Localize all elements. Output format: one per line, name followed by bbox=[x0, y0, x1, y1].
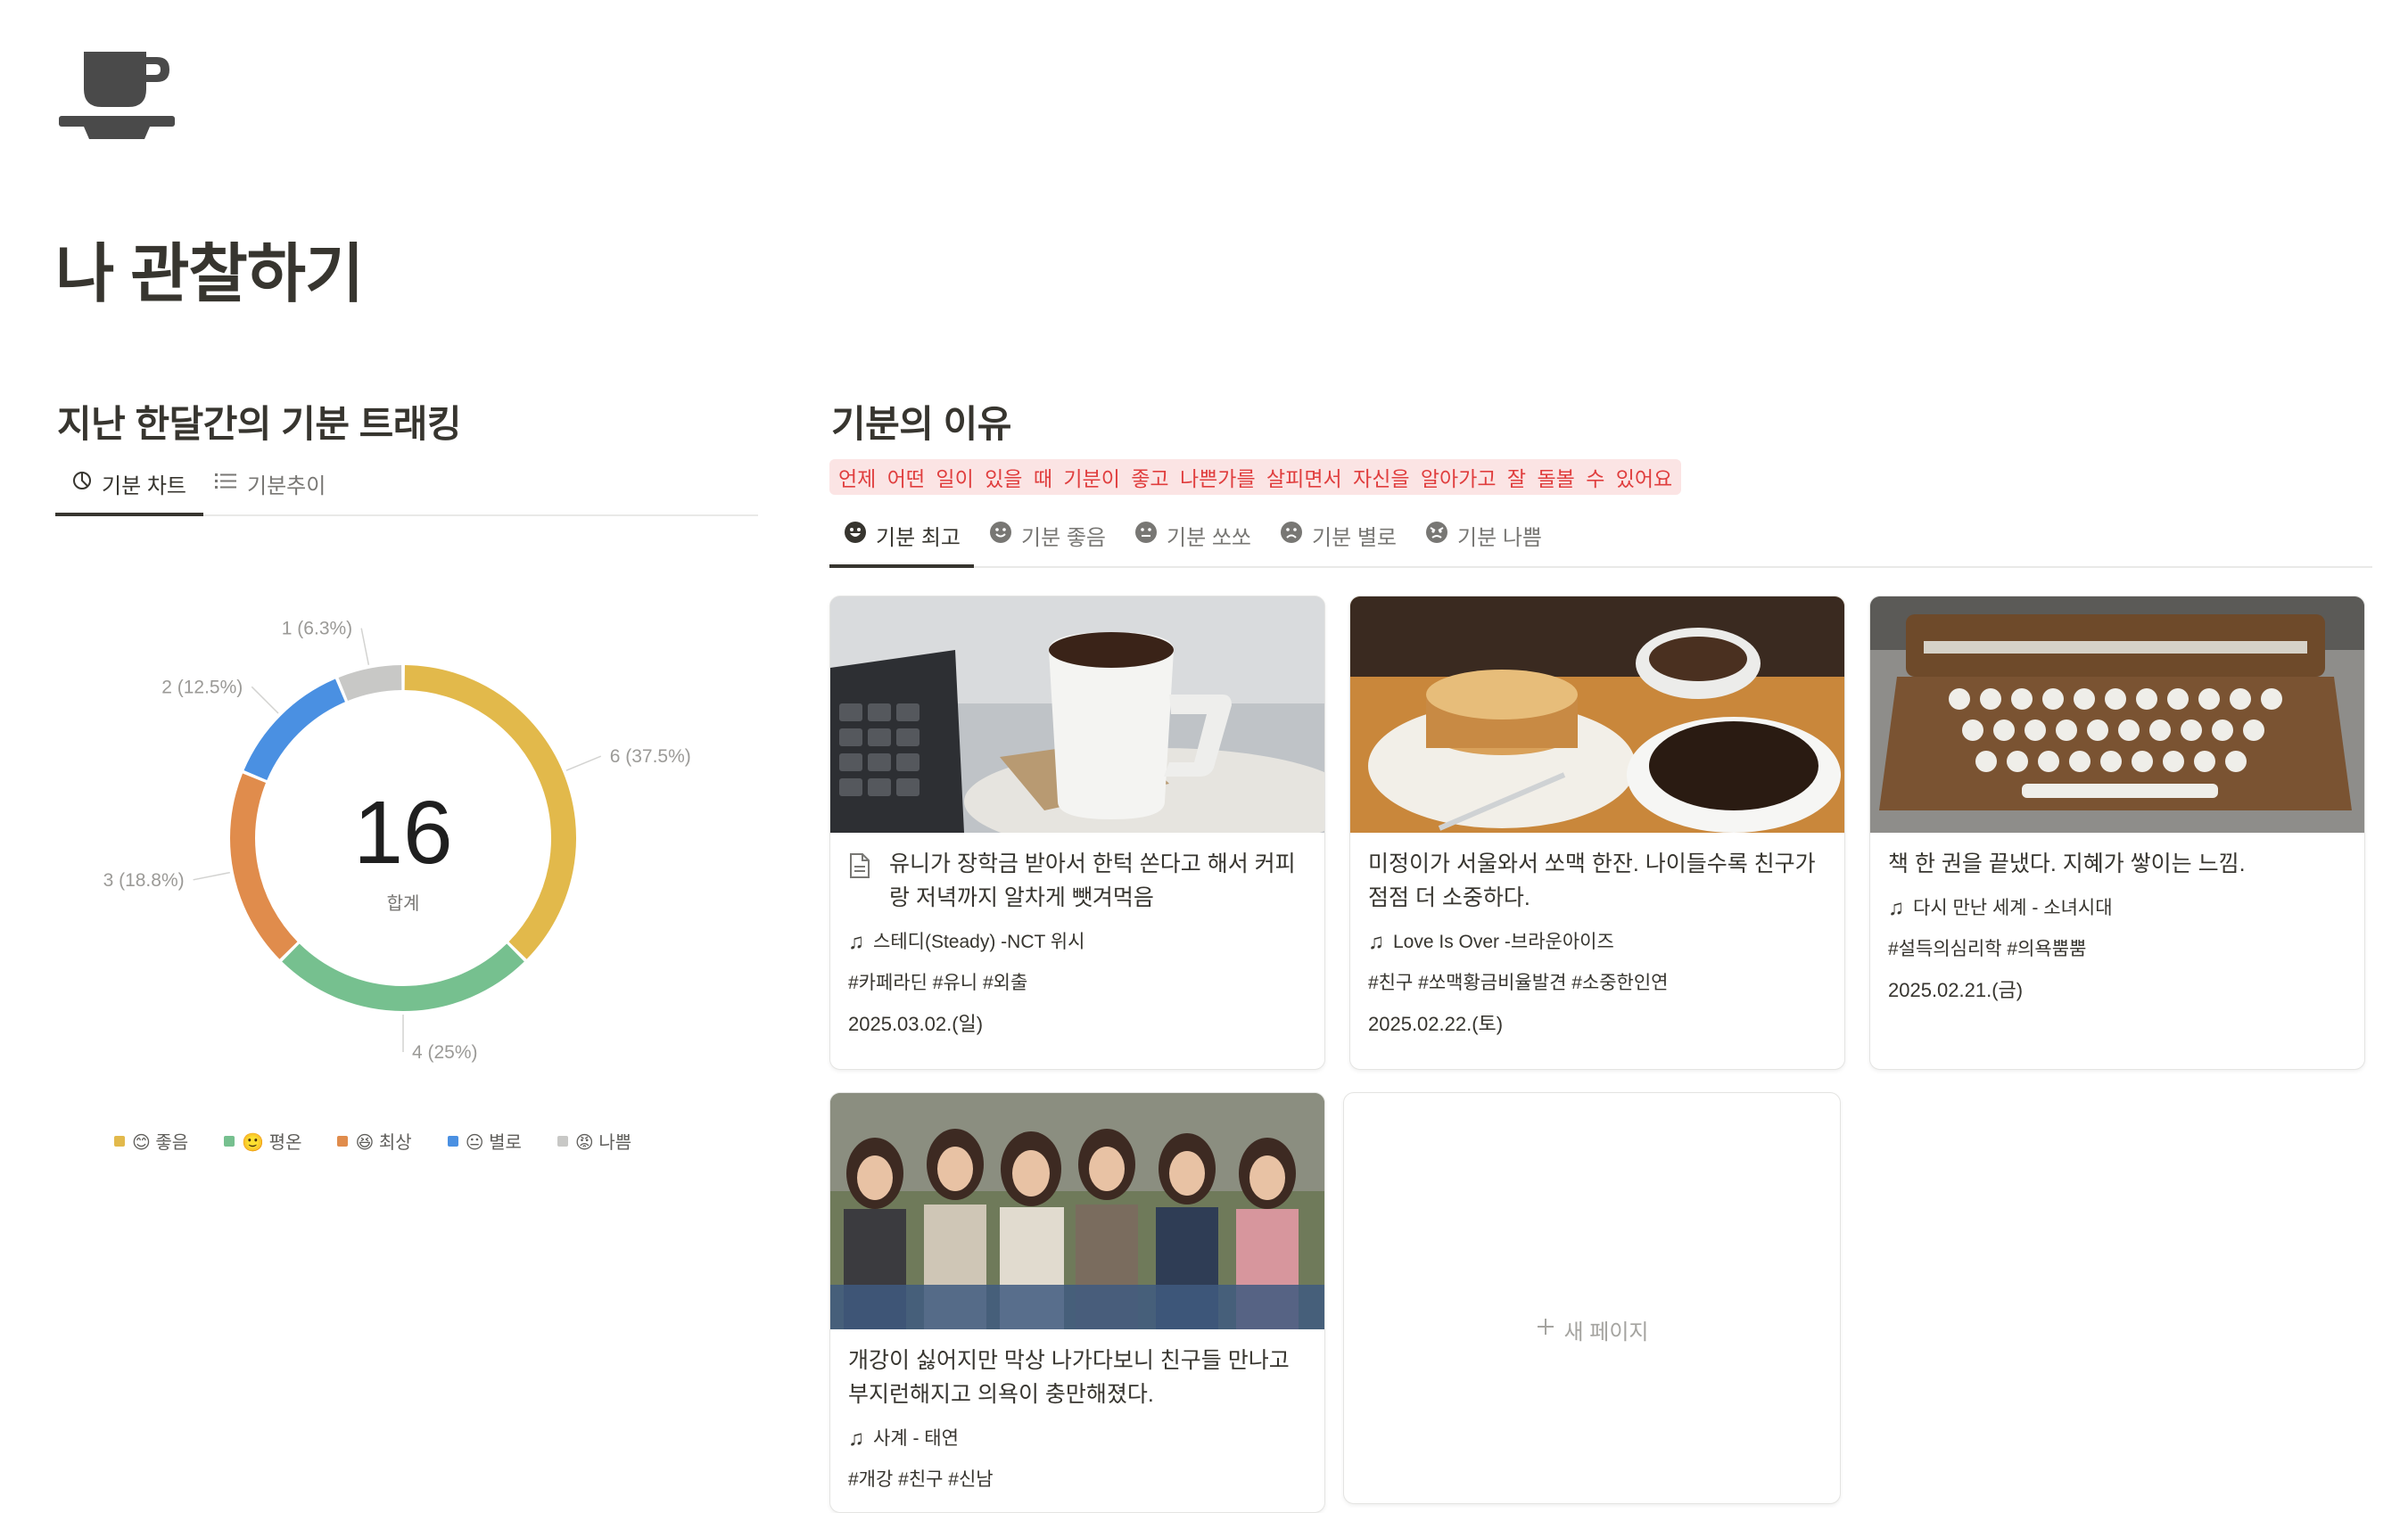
grinning-face-icon bbox=[844, 521, 867, 550]
mood-card[interactable]: 책 한 권을 끝냈다. 지혜가 쌓이는 느낌. ♫ 다시 만난 세계 - 소녀시대… bbox=[1869, 596, 2365, 1070]
new-page-card[interactable]: 새 페이지 bbox=[1343, 1092, 1841, 1504]
donut-slice[interactable] bbox=[338, 665, 402, 702]
card-music: ♫ 사계 - 태연 bbox=[848, 1427, 959, 1451]
card-tags: #친구 #쏘맥황금비율발견 #소중한인연 bbox=[1368, 973, 1669, 993]
card-tags: #카페라딘 #유니 #외출 bbox=[848, 973, 1028, 993]
donut-center-value: 16 bbox=[353, 783, 452, 883]
pie-chart-icon bbox=[71, 470, 93, 497]
tab-label: 기분 차트 bbox=[102, 473, 186, 498]
tab-divider bbox=[829, 566, 2372, 568]
tab-mood-best[interactable]: 기분 최고 bbox=[829, 508, 975, 562]
card-title: 미정이가 서울와서 쏘맥 한잔. 나이들수록 친구가 점점 더 소중하다. bbox=[1368, 851, 1816, 910]
tab-label: 기분추이 bbox=[247, 473, 326, 498]
music-note-icon: ♫ bbox=[1368, 930, 1384, 954]
card-music: ♫ 스테디(Steady) -NCT 위시 bbox=[848, 930, 1085, 954]
slice-leader-line bbox=[251, 686, 279, 714]
music-note-icon: ♫ bbox=[1888, 896, 1904, 920]
smiling-face-icon bbox=[989, 521, 1012, 550]
legend-item[interactable]: 😊 좋음 bbox=[114, 1128, 188, 1154]
tab-mood-good[interactable]: 기분 좋음 bbox=[975, 508, 1120, 562]
mood-tracking-title: 지난 한달간의 기분 트래킹 bbox=[57, 403, 462, 445]
plus-icon bbox=[1536, 1317, 1555, 1343]
tab-mood-chart[interactable]: 기분 차트 bbox=[57, 456, 201, 510]
slice-label: 1 (6.3%) bbox=[282, 619, 352, 639]
slice-label: 6 (37.5%) bbox=[610, 746, 691, 767]
tab-label: 기분 쏘쏘 bbox=[1167, 525, 1251, 550]
list-icon bbox=[215, 471, 238, 497]
card-music: ♫ Love Is Over -브라운아이즈 bbox=[1368, 930, 1614, 954]
tab-label: 기분 별로 bbox=[1312, 525, 1397, 550]
music-note-icon: ♫ bbox=[848, 1427, 864, 1451]
document-icon bbox=[848, 852, 871, 879]
donut-slice[interactable] bbox=[282, 943, 524, 1011]
card-title: 개강이 싫어지만 막상 나가다보니 친구들 만나고 부지런해지고 의욕이 충만해… bbox=[848, 1348, 1290, 1407]
students-group-photo bbox=[830, 1093, 1324, 1329]
card-date: 2025.02.21.(금) bbox=[1888, 979, 2024, 1001]
mood-card[interactable]: 개강이 싫어지만 막상 나가다보니 친구들 만나고 부지런해지고 의욕이 충만해… bbox=[829, 1092, 1325, 1513]
neutral-face-icon bbox=[1134, 521, 1158, 550]
slice-leader-line bbox=[565, 755, 602, 771]
chart-view-tabs: 기분 차트 기분추이 bbox=[57, 456, 340, 510]
mood-filter-tabs: 기분 최고 기분 좋음 기분 쏘쏘 기분 별로 기분 나쁨 bbox=[829, 508, 1556, 562]
tab-mood-worst[interactable]: 기분 나쁨 bbox=[1411, 508, 1556, 562]
tab-mood-trend[interactable]: 기분추이 bbox=[201, 456, 340, 510]
active-tab-indicator bbox=[829, 564, 974, 568]
card-music: ♫ 다시 만난 세계 - 소녀시대 bbox=[1888, 896, 2113, 920]
page-title: 나 관찰하기 bbox=[55, 239, 364, 310]
coffee-cup-icon[interactable] bbox=[59, 45, 184, 152]
mood-reasons-title: 기분의 이유 bbox=[831, 403, 1011, 445]
frowning-face-icon bbox=[1280, 521, 1303, 550]
slice-leader-line bbox=[360, 628, 370, 665]
tab-label: 기분 최고 bbox=[876, 525, 961, 550]
card-date: 2025.03.02.(일) bbox=[848, 1013, 984, 1035]
cake-and-coffee-photo bbox=[1350, 596, 1844, 833]
hint-callout: 언제 어떤 일이 있을 때 기분이 좋고 나쁜가를 살피면서 자신을 알아가고 … bbox=[829, 459, 1682, 495]
donut-center-label: 합계 bbox=[387, 893, 420, 914]
chart-legend: 😊 좋음 🙂 평온 😆 최상 😐 별로 😡 나쁨 bbox=[114, 1128, 631, 1154]
typewriter-photo bbox=[1870, 596, 2364, 833]
tab-label: 기분 좋음 bbox=[1021, 525, 1106, 550]
slice-leader-line bbox=[193, 871, 230, 881]
music-note-icon: ♫ bbox=[848, 930, 864, 954]
mood-card[interactable]: 미정이가 서울와서 쏘맥 한잔. 나이들수록 친구가 점점 더 소중하다. ♫ L… bbox=[1349, 596, 1845, 1070]
legend-item[interactable]: 😆 최상 bbox=[337, 1128, 412, 1154]
donut-slice[interactable] bbox=[230, 773, 298, 959]
tab-label: 기분 나쁨 bbox=[1457, 525, 1542, 550]
slice-label: 4 (25%) bbox=[412, 1042, 478, 1063]
slice-label: 2 (12.5%) bbox=[161, 677, 243, 697]
card-date: 2025.02.22.(토) bbox=[1368, 1013, 1504, 1035]
card-title: 유니가 장학금 받아서 한턱 쏜다고 해서 커피랑 저녁까지 알차게 뺏겨먹음 bbox=[848, 847, 1307, 915]
active-tab-indicator bbox=[55, 513, 203, 516]
tab-mood-soso[interactable]: 기분 쏘쏘 bbox=[1120, 508, 1266, 562]
legend-item[interactable]: 😡 나쁨 bbox=[557, 1128, 631, 1154]
angry-face-icon bbox=[1425, 521, 1448, 550]
tab-mood-bad[interactable]: 기분 별로 bbox=[1266, 508, 1411, 562]
legend-item[interactable]: 🙂 평온 bbox=[224, 1128, 301, 1154]
new-page-label: 새 페이지 bbox=[1563, 1320, 1649, 1344]
mood-donut-chart: 6 (37.5%) 4 (25%) 3 (18.8%) 2 (12.5%) 1 (6.3… bbox=[0, 553, 785, 1088]
card-tags: #설득의심리학 #의욕뿜뿜 bbox=[1888, 939, 2087, 959]
card-tags: #개강 #친구 #신남 bbox=[848, 1469, 994, 1490]
slice-label: 3 (18.8%) bbox=[103, 870, 185, 891]
card-title: 책 한 권을 끝냈다. 지혜가 쌓이는 느낌. bbox=[1888, 851, 2246, 876]
mood-card[interactable]: 유니가 장학금 받아서 한턱 쏜다고 해서 커피랑 저녁까지 알차게 뺏겨먹음 … bbox=[829, 596, 1325, 1070]
legend-item[interactable]: 😐 별로 bbox=[447, 1128, 522, 1154]
coffee-cup-laptop-photo bbox=[830, 596, 1324, 833]
